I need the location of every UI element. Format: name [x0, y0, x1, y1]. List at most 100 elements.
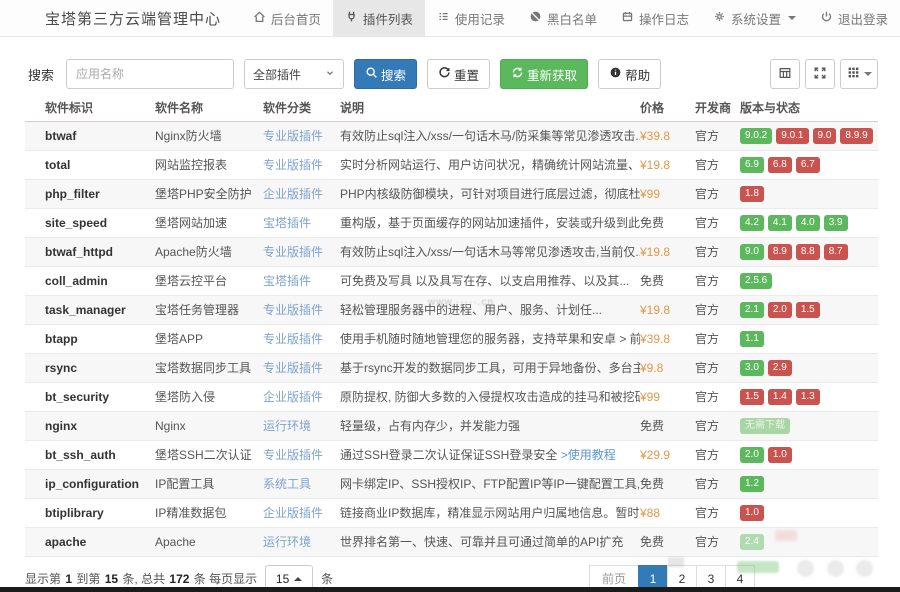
version-badge[interactable]: 9.0	[740, 244, 764, 260]
cell-description: 有效防止sql注入/xss/一句话木马等常见渗透攻击,当前仅...	[340, 237, 640, 266]
version-badge[interactable]: 1.5	[796, 302, 820, 318]
cell-price: ¥19.8	[640, 237, 695, 266]
description-link[interactable]: >使用教程	[561, 448, 616, 462]
version-badge[interactable]: 4.1	[768, 215, 792, 231]
version-badge[interactable]: 2.5.6	[740, 273, 772, 289]
fullscreen-button[interactable]	[805, 59, 835, 89]
summary-part: 1	[65, 572, 72, 586]
version-badge[interactable]: 8.8	[796, 244, 820, 260]
category-link[interactable]: 运行环境	[263, 419, 311, 433]
version-badge[interactable]: 1.3	[796, 389, 820, 405]
table-row: btwafNginx防火墙专业版插件有效防止sql注入/xss/一句话木马/防采…	[25, 121, 878, 150]
table-row: btapp堡塔APP专业版插件使用手机随时随地管理您的服务器，支持苹果和安卓 >…	[25, 324, 878, 353]
cell-versions: 1.51.41.3	[740, 382, 878, 411]
table-view-button[interactable]	[770, 59, 800, 89]
version-badge[interactable]: 8.7	[824, 244, 848, 260]
version-badge[interactable]: 9.0.1	[776, 128, 808, 144]
cell-versions: 1.1	[740, 324, 878, 353]
refresh-button[interactable]: 重新获取	[500, 59, 588, 89]
cell-plugin-name: 堡塔网站加速	[155, 208, 263, 237]
category-link[interactable]: 企业版插件	[263, 390, 323, 404]
version-badge[interactable]: 1.2	[740, 476, 764, 492]
cell-versions: 无需下载	[740, 411, 878, 440]
plugin-name: 堡塔网站加速	[155, 216, 227, 230]
version-badge[interactable]: 9.0.2	[740, 128, 772, 144]
nav-item-plugin-list[interactable]: 插件列表	[333, 0, 425, 36]
category-link[interactable]: 专业版插件	[263, 158, 323, 172]
version-badge[interactable]: 3.9	[824, 215, 848, 231]
search-input[interactable]	[66, 59, 234, 89]
version-badge[interactable]: 1.1	[740, 331, 764, 347]
nav-item-system-settings[interactable]: 系统设置	[701, 0, 808, 36]
table-view-icon	[778, 66, 792, 83]
plugin-description: 重构版，基于页面缓存的网站加速插件，安装或升级到此...	[340, 216, 640, 230]
cell-vendor: 官方	[695, 498, 740, 527]
version-badge[interactable]: 1.5	[740, 389, 764, 405]
version-badge[interactable]: 2.1	[740, 302, 764, 318]
version-badge[interactable]: 无需下载	[740, 418, 790, 434]
category-link[interactable]: 系统工具	[263, 477, 311, 491]
category-link[interactable]: 企业版插件	[263, 506, 323, 520]
cell-plugin-id: php_filter	[25, 179, 155, 208]
version-badge[interactable]: 8.9	[768, 244, 792, 260]
version-badge[interactable]: 6.8	[768, 157, 792, 173]
category-link[interactable]: 专业版插件	[263, 129, 323, 143]
version-badge[interactable]: 4.2	[740, 215, 764, 231]
price-value: ¥39.8	[640, 332, 670, 346]
category-link[interactable]: 专业版插件	[263, 332, 323, 346]
refresh-button-label: 重新获取	[527, 65, 577, 84]
plugin-description: 原防提权, 防御大多数的入侵提权攻击造成的挂马和被挖矿...	[340, 390, 640, 404]
plugin-name: 堡塔云控平台	[155, 274, 227, 288]
cell-category: 运行环境	[263, 411, 340, 440]
version-badge[interactable]: 8.9.9	[840, 128, 872, 144]
version-badge[interactable]: 1.0	[740, 505, 764, 521]
nav-item-home[interactable]: 后台首页	[241, 0, 333, 36]
version-badge[interactable]: 2.0	[740, 447, 764, 463]
version-badge[interactable]: 1.4	[768, 389, 792, 405]
summary-part: 到第	[73, 572, 104, 586]
category-link[interactable]: 专业版插件	[263, 245, 323, 259]
version-badge[interactable]: 2.0	[768, 302, 792, 318]
category-link[interactable]: 运行环境	[263, 535, 311, 549]
version-badge[interactable]: 4.0	[796, 215, 820, 231]
plugin-table: 软件标识软件名称软件分类说明价格开发商版本与状态 btwafNginx防火墙专业…	[25, 95, 878, 557]
help-button[interactable]: 帮助	[598, 59, 661, 89]
nav-item-operation-log[interactable]: 操作日志	[609, 0, 701, 36]
reset-button[interactable]: 重置	[427, 59, 490, 89]
version-badge[interactable]: 6.7	[796, 157, 820, 173]
cell-plugin-name: 堡塔云控平台	[155, 266, 263, 295]
cell-category: 宝塔插件	[263, 208, 340, 237]
version-badge[interactable]: 6.9	[740, 157, 764, 173]
vendor-name: 官方	[695, 129, 719, 143]
fullscreen-icon	[813, 66, 827, 83]
table-row: bt_security堡塔防入侵企业版插件原防提权, 防御大多数的入侵提权攻击造…	[25, 382, 878, 411]
version-badge[interactable]: 3.0	[740, 360, 764, 376]
plugin-id: btwaf	[45, 129, 76, 143]
cell-versions: 1.2	[740, 469, 878, 498]
version-badge[interactable]: 1.8	[740, 186, 764, 202]
cell-description: 可免费及写具 以及具写在存、以支启用推荐、以及其...	[340, 266, 640, 295]
category-select[interactable]: 全部插件	[244, 59, 344, 89]
plugin-id: total	[45, 158, 70, 172]
nav-item-usage-log[interactable]: 使用记录	[425, 0, 517, 36]
version-badge[interactable]: 2.9	[768, 360, 792, 376]
category-link[interactable]: 企业版插件	[263, 187, 323, 201]
version-badge[interactable]: 9.0	[813, 128, 837, 144]
chevron-down-icon	[788, 16, 796, 20]
category-link[interactable]: 专业版插件	[263, 303, 323, 317]
cell-plugin-name: 网站监控报表	[155, 150, 263, 179]
version-badge[interactable]: 2.4	[740, 534, 764, 550]
nav-item-logout[interactable]: 退出登录	[808, 0, 900, 36]
category-link[interactable]: 专业版插件	[263, 448, 323, 462]
category-link[interactable]: 宝塔插件	[263, 216, 311, 230]
category-link[interactable]: 专业版插件	[263, 361, 323, 375]
version-badge[interactable]: 1.0	[768, 447, 792, 463]
category-link[interactable]: 宝塔插件	[263, 274, 311, 288]
cell-vendor: 官方	[695, 353, 740, 382]
nav-item-blacklist[interactable]: 黑白名单	[517, 0, 609, 36]
cell-versions: 1.0	[740, 498, 878, 527]
price-value: ¥19.8	[640, 245, 670, 259]
columns-button[interactable]	[840, 59, 878, 89]
cell-description: 实时分析网站运行、用户访问状况，精确统计网站流量、I...	[340, 150, 640, 179]
search-button[interactable]: 搜索	[354, 59, 417, 89]
